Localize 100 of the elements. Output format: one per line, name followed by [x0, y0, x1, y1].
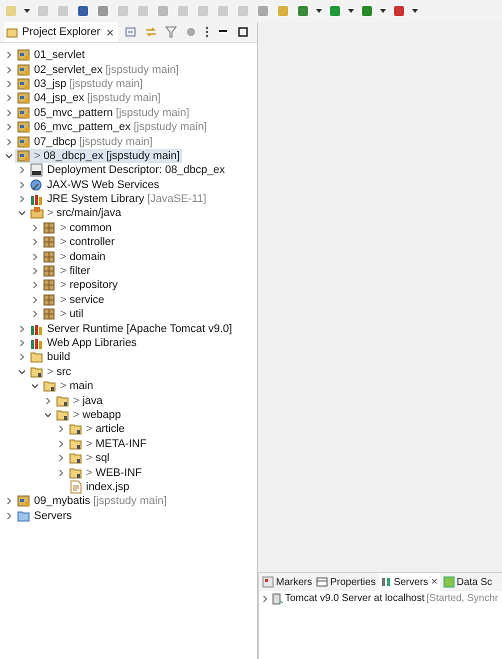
- tree-item[interactable]: > java: [54, 394, 105, 408]
- tree-item[interactable]: JAX-WS Web Services: [28, 178, 162, 192]
- close-button[interactable]: ×: [104, 24, 116, 40]
- collapsed-chevron-icon[interactable]: [57, 454, 65, 462]
- tree-item[interactable]: > filter: [41, 264, 92, 278]
- expanded-chevron-icon[interactable]: [44, 410, 52, 419]
- link-icon[interactable]: [144, 25, 158, 39]
- collapsed-chevron-icon[interactable]: [5, 94, 13, 102]
- dropdown-caret-icon[interactable]: [24, 8, 30, 14]
- markers-icon: [262, 576, 274, 588]
- dropdown-caret-icon[interactable]: [316, 8, 322, 14]
- collapsed-chevron-icon[interactable]: [31, 267, 39, 276]
- collapsed-chevron-icon[interactable]: [18, 339, 26, 347]
- folder-icon: [17, 508, 31, 523]
- collapsed-chevron-icon[interactable]: [5, 123, 13, 132]
- collapsed-chevron-icon[interactable]: [18, 353, 26, 362]
- collapsed-chevron-icon[interactable]: [5, 51, 13, 60]
- project-icon: [17, 106, 31, 120]
- project-icon: [17, 76, 31, 91]
- tree-item[interactable]: index.jsp: [67, 480, 132, 494]
- tree-item[interactable]: 09_mybatis [jspstudy main]: [15, 494, 169, 508]
- folder-icon: [69, 436, 83, 451]
- collapsed-chevron-icon[interactable]: [31, 224, 39, 232]
- collapsed-chevron-icon[interactable]: [18, 195, 26, 204]
- dropdown-caret-icon[interactable]: [380, 8, 386, 14]
- panel-tab[interactable]: Data Sc: [442, 573, 494, 591]
- collapsed-chevron-icon[interactable]: [31, 296, 39, 304]
- collapsed-chevron-icon[interactable]: [57, 425, 65, 434]
- server-name[interactable]: Tomcat v9.0 Server at localhost: [285, 593, 425, 604]
- tree-item[interactable]: > sql: [67, 451, 112, 466]
- tree-item[interactable]: > article: [67, 422, 127, 436]
- tree-item[interactable]: Deployment Descriptor: 08_dbcp_ex: [28, 163, 227, 178]
- folder-icon: [56, 408, 70, 422]
- panel-tab[interactable]: Servers ×: [378, 573, 440, 591]
- tree-item[interactable]: > util: [41, 307, 86, 322]
- collapsed-chevron-icon[interactable]: [18, 166, 26, 174]
- project-icon: [17, 62, 31, 77]
- collapsed-chevron-icon[interactable]: [31, 252, 39, 261]
- tree-item[interactable]: 02_servlet_ex [jspstudy main]: [15, 62, 181, 77]
- collapsed-chevron-icon[interactable]: [261, 594, 269, 602]
- expanded-chevron-icon[interactable]: [5, 152, 13, 160]
- server-status: [Started, Synchr: [426, 593, 498, 604]
- collapsed-chevron-icon[interactable]: [57, 468, 65, 477]
- tree-item[interactable]: 04_jsp_ex [jspstudy main]: [15, 91, 163, 106]
- tree-item[interactable]: 03_jsp [jspstudy main]: [15, 76, 145, 91]
- server-icon: [271, 592, 283, 604]
- tree-item[interactable]: > webapp: [54, 408, 123, 422]
- project-icon: [17, 48, 31, 62]
- collapsed-chevron-icon[interactable]: [18, 324, 26, 333]
- books-icon: [30, 336, 44, 350]
- collapsed-chevron-icon[interactable]: [5, 80, 13, 88]
- tree-item[interactable]: > WEB-INF: [67, 466, 144, 480]
- collapse-all-icon[interactable]: [124, 25, 138, 39]
- dropdown-caret-icon[interactable]: [412, 8, 418, 14]
- books-icon: [30, 192, 44, 206]
- tree-item[interactable]: > controller: [41, 235, 117, 250]
- collapsed-chevron-icon[interactable]: [31, 238, 39, 246]
- globe-icon: [30, 178, 44, 192]
- tree-item[interactable]: 07_dbcp [jspstudy main]: [15, 134, 155, 149]
- expanded-chevron-icon[interactable]: [18, 368, 26, 376]
- collapsed-chevron-icon[interactable]: [5, 512, 13, 520]
- collapsed-chevron-icon[interactable]: [44, 396, 52, 405]
- collapsed-chevron-icon[interactable]: [57, 440, 65, 448]
- tree-item[interactable]: JRE System Library [JavaSE-11]: [28, 192, 208, 206]
- tree-item[interactable]: > 08_dbcp_ex [jspstudy main]: [15, 148, 182, 163]
- collapsed-chevron-icon[interactable]: [18, 180, 26, 189]
- package-icon: [43, 307, 57, 322]
- collapsed-chevron-icon[interactable]: [5, 138, 13, 146]
- collapsed-chevron-icon[interactable]: [31, 310, 39, 318]
- maximize-icon[interactable]: [236, 25, 250, 39]
- collapsed-chevron-icon[interactable]: [5, 497, 13, 506]
- tree-item[interactable]: > META-INF: [67, 436, 149, 451]
- close-button[interactable]: ×: [430, 576, 439, 588]
- tree-item[interactable]: Web App Libraries: [28, 336, 139, 350]
- tree-item[interactable]: build: [28, 350, 72, 364]
- tree-item[interactable]: 06_mvc_pattern_ex [jspstudy main]: [15, 120, 209, 134]
- source-folder-icon: [30, 206, 44, 220]
- tree-item[interactable]: > main: [41, 379, 96, 394]
- tree-item[interactable]: > repository: [41, 278, 120, 292]
- folder-icon: [69, 422, 83, 436]
- tree-item[interactable]: > src: [28, 364, 74, 379]
- expanded-chevron-icon[interactable]: [31, 382, 39, 390]
- tree-item[interactable]: Servers: [15, 508, 74, 523]
- view-menu-icon[interactable]: [204, 25, 210, 39]
- tree-item[interactable]: > src/main/java: [28, 206, 124, 220]
- panel-tab[interactable]: Markers: [261, 573, 314, 591]
- panel-tab[interactable]: Properties: [315, 573, 377, 591]
- tree-item[interactable]: 05_mvc_pattern [jspstudy main]: [15, 106, 192, 120]
- collapsed-chevron-icon[interactable]: [31, 281, 39, 290]
- tree-item[interactable]: > service: [41, 292, 106, 307]
- tree-item[interactable]: 01_servlet: [15, 48, 87, 62]
- project-explorer-tab[interactable]: Project Explorer ×: [4, 22, 118, 42]
- collapsed-chevron-icon[interactable]: [5, 66, 13, 74]
- tree-item[interactable]: > common: [41, 220, 114, 235]
- expanded-chevron-icon[interactable]: [18, 209, 26, 218]
- collapsed-chevron-icon[interactable]: [5, 108, 13, 117]
- tree-item[interactable]: > domain: [41, 250, 108, 264]
- tree-item[interactable]: Server Runtime [Apache Tomcat v9.0]: [28, 322, 234, 336]
- project-icon: [17, 91, 31, 106]
- dropdown-caret-icon[interactable]: [348, 8, 354, 14]
